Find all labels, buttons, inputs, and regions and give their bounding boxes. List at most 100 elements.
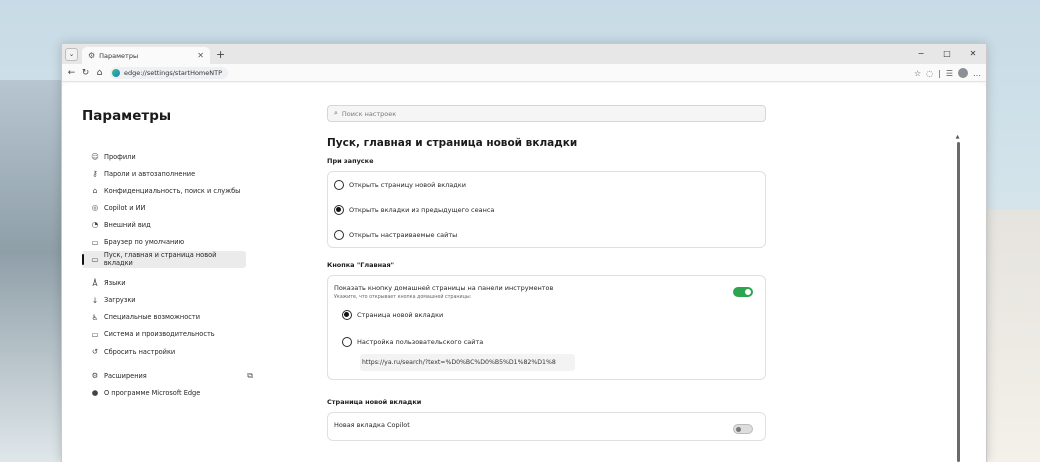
radio-button-selected[interactable] xyxy=(342,310,352,320)
radio-label: Открыть вкладки из предыдущего сеанса xyxy=(349,205,495,214)
home-option-custom-site[interactable]: Настройка пользовательского сайта xyxy=(328,330,765,354)
sidebar-item-system[interactable]: ▭ Система и производительность xyxy=(82,326,272,343)
accessibility-icon: ♿ xyxy=(91,312,99,322)
sidebar-item-label: Copilot и ИИ xyxy=(104,203,146,212)
startup-section-title: При запуске xyxy=(327,157,374,165)
sidebar-item-accessibility[interactable]: ♿ Специальные возможности xyxy=(82,309,272,326)
extensions-icon: ⚙ xyxy=(91,371,99,381)
back-arrow-icon[interactable]: ← xyxy=(66,68,77,78)
sidebar-item-languages[interactable]: Å Языки xyxy=(82,275,272,292)
startup-option-new-tab[interactable]: Открыть страницу новой вкладки xyxy=(328,172,765,197)
home-section-title: Кнопка "Главная" xyxy=(327,261,395,269)
home-button-card: Показать кнопку домашней страницы на пан… xyxy=(327,275,766,380)
close-tab-icon[interactable]: ✕ xyxy=(197,51,204,60)
sidebar-item-profiles[interactable]: ☺ Профили xyxy=(82,148,272,165)
sidebar-item-passwords[interactable]: ⚷ Пароли и автозаполнение xyxy=(82,165,272,182)
radio-label: Открыть настраиваемые сайты xyxy=(349,230,458,239)
address-pill[interactable]: edge://settings/startHomeNTP xyxy=(110,66,229,79)
address-bar[interactable]: edge://settings/startHomeNTP xyxy=(110,66,892,80)
sidebar-item-about[interactable]: ● О программе Microsoft Edge xyxy=(82,384,272,401)
reset-icon: ↺ xyxy=(91,347,99,357)
edge-icon: ● xyxy=(91,388,99,398)
sidebar-item-extensions[interactable]: ⚙ Расширения ⧉ xyxy=(82,367,272,384)
scrollbar[interactable]: ▲ xyxy=(955,134,960,462)
copilot-ntp-toggle[interactable] xyxy=(733,424,753,434)
more-menu-icon[interactable]: … xyxy=(973,69,981,78)
toggle-description: Укажите, что открывает кнопка домашней с… xyxy=(334,295,472,300)
sidebar-item-label: Сбросить настройки xyxy=(104,347,176,356)
radio-button[interactable] xyxy=(342,337,352,347)
desktop-wallpaper-right xyxy=(988,210,1040,462)
home-button-toggle[interactable] xyxy=(733,287,753,297)
radio-button[interactable] xyxy=(334,179,344,190)
lock-icon: ⌂ xyxy=(92,186,98,196)
external-link-icon: ⧉ xyxy=(247,370,253,380)
home-icon[interactable]: ⌂ xyxy=(94,68,105,78)
sidebar-item-downloads[interactable]: ↓ Загрузки xyxy=(82,292,272,309)
sidebar-item-start-home-ntp[interactable]: ▭ Пуск, главная и страница новой вкладки xyxy=(82,250,246,268)
radio-button[interactable] xyxy=(334,229,344,240)
startup-card: Открыть страницу новой вкладки Открыть в… xyxy=(327,171,766,248)
sidebar-item-label: Профили xyxy=(104,152,136,161)
home-option-new-tab[interactable]: Страница новой вкладки xyxy=(328,300,765,330)
desktop-wallpaper-left xyxy=(0,80,62,462)
home-toggle-row: Показать кнопку домашней страницы на пан… xyxy=(328,284,765,300)
sidebar-item-label: Расширения xyxy=(104,371,147,380)
profile-avatar[interactable] xyxy=(958,68,968,78)
tab-settings[interactable]: ⚙ Параметры ✕ xyxy=(82,47,210,64)
sidebar-list: ☺ Профили ⚷ Пароли и автозаполнение ⌂ Конфи… xyxy=(82,148,272,401)
favorite-star-icon[interactable]: ☆ xyxy=(914,69,921,78)
language-icon: Å xyxy=(92,278,98,288)
toggle-label: Новая вкладка Copilot xyxy=(334,421,410,429)
sidebar-item-appearance[interactable]: ◔ Внешний вид xyxy=(82,216,272,233)
maximize-button[interactable]: □ xyxy=(934,44,960,64)
home-toggle-text: Показать кнопку домашней страницы на пан… xyxy=(334,284,733,300)
radio-button-selected[interactable] xyxy=(334,204,344,215)
scroll-up-arrow-icon[interactable]: ▲ xyxy=(955,134,960,140)
sidebar-item-label: Специальные возможности xyxy=(104,313,201,322)
edge-logo-icon xyxy=(112,68,120,77)
settings-page: Параметры ☺ Профили ⚷ Пароли и автозаполне… xyxy=(62,83,986,462)
settings-sidebar: Параметры ☺ Профили ⚷ Пароли и автозаполне… xyxy=(82,83,272,401)
tab-actions-chevron-icon[interactable]: ⌄ xyxy=(65,47,78,61)
ntp-card: Новая вкладка Copilot xyxy=(327,412,766,441)
ntp-section-title: Страница новой вкладки xyxy=(327,398,422,406)
section-page-title: Пуск, главная и страница новой вкладки xyxy=(327,137,578,149)
favorites-icon[interactable]: ☰ xyxy=(946,69,953,78)
sidebar-item-label: Браузер по умолчанию xyxy=(104,238,185,247)
refresh-icon[interactable]: ↻ xyxy=(80,68,91,78)
new-tab-button[interactable]: + xyxy=(216,48,225,61)
sidebar-item-label: Загрузки xyxy=(104,296,136,305)
browser-window: ⌄ ⚙ Параметры ✕ + − □ ✕ ← ↻ ⌂ edge://set… xyxy=(61,43,987,462)
search-input[interactable]: ⌕ Поиск настроек xyxy=(327,105,766,122)
key-icon: ⚷ xyxy=(92,169,98,179)
home-icon: ▭ xyxy=(91,254,99,264)
page-title: Параметры xyxy=(82,108,172,124)
user-icon: ☺ xyxy=(91,152,99,162)
startup-option-previous-session[interactable]: Открыть вкладки из предыдущего сеанса xyxy=(328,197,765,222)
custom-url-field[interactable]: https://ya.ru/search/?text=%D0%BC%D0%B5%… xyxy=(360,354,575,371)
sidebar-item-reset[interactable]: ↺ Сбросить настройки xyxy=(82,343,272,360)
copilot-ntp-row: Новая вкладка Copilot xyxy=(328,421,765,434)
sidebar-item-label: Система и производительность xyxy=(104,330,215,339)
url-text[interactable]: edge://settings/startHomeNTP xyxy=(124,69,222,77)
copilot-icon: ◎ xyxy=(91,203,99,213)
startup-option-custom-sites[interactable]: Открыть настраиваемые сайты xyxy=(328,222,765,247)
browser-icon: ▭ xyxy=(91,237,99,247)
sidebar-item-privacy[interactable]: ⌂ Конфиденциальность, поиск и службы xyxy=(82,182,272,199)
close-window-button[interactable]: ✕ xyxy=(960,44,986,64)
sidebar-item-label: Конфиденциальность, поиск и службы xyxy=(104,186,241,195)
palette-icon: ◔ xyxy=(91,220,99,230)
sidebar-item-copilot[interactable]: ◎ Copilot и ИИ xyxy=(82,199,272,216)
tab-title: Параметры xyxy=(99,51,139,60)
scroll-thumb[interactable] xyxy=(957,142,960,462)
radio-label: Настройка пользовательского сайта xyxy=(357,338,484,346)
copilot-toolbar-icon[interactable]: ◌ xyxy=(926,69,933,78)
sidebar-item-label: Пароли и автозаполнение xyxy=(104,169,196,178)
gear-icon: ⚙ xyxy=(88,51,96,60)
minimize-button[interactable]: − xyxy=(908,44,934,64)
toggle-label: Показать кнопку домашней страницы на пан… xyxy=(334,284,554,292)
sidebar-item-default-browser[interactable]: ▭ Браузер по умолчанию xyxy=(82,233,272,250)
